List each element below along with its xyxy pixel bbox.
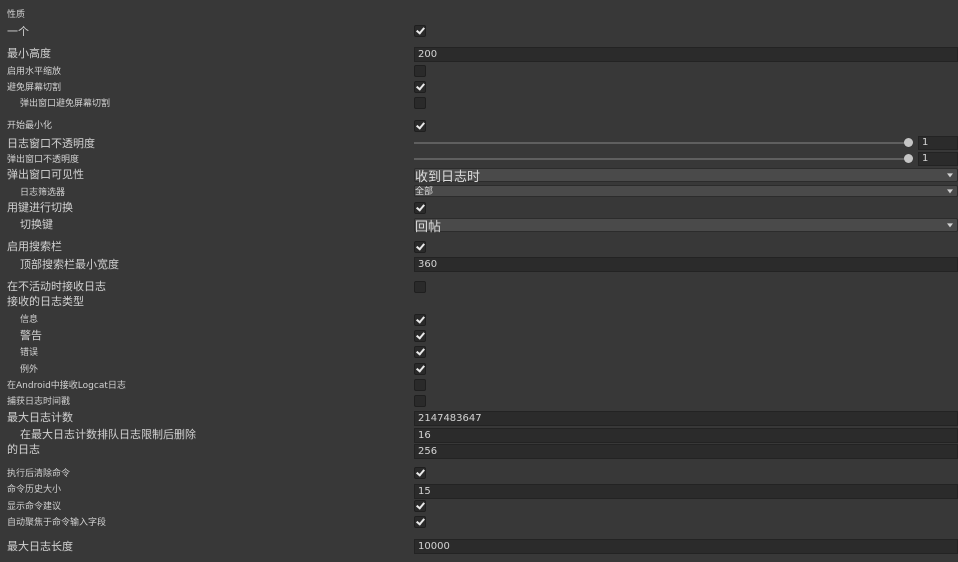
- info-checkbox[interactable]: [414, 314, 426, 326]
- log-filter-dropdown[interactable]: 全部: [414, 185, 958, 197]
- log-opacity-value[interactable]: 1: [918, 136, 958, 150]
- delete-logs-field[interactable]: 256: [414, 444, 958, 459]
- exception-label: 例外: [20, 365, 39, 375]
- delete-after-limit-field[interactable]: 16: [414, 428, 958, 443]
- warning-checkbox[interactable]: [414, 330, 426, 342]
- cmd-history-size-field[interactable]: 15: [414, 484, 958, 499]
- slider-track[interactable]: [414, 142, 908, 144]
- chevron-down-icon: [947, 223, 953, 228]
- received-types-label: 接收的日志类型: [7, 295, 84, 308]
- popup-opacity-slider[interactable]: 1: [0, 152, 958, 166]
- clear-after-exec-checkbox[interactable]: [414, 467, 426, 479]
- popup-opacity-value[interactable]: 1: [918, 152, 958, 166]
- enable-search-checkbox[interactable]: [414, 241, 426, 253]
- autofocus-cmd-checkbox[interactable]: [414, 516, 426, 528]
- show-cmd-suggest-label: 显示命令建议: [7, 502, 62, 512]
- log-opacity-slider[interactable]: 1: [0, 136, 958, 150]
- cmd-history-size-label: 命令历史大小: [7, 485, 62, 495]
- max-log-count-field[interactable]: 2147483647: [414, 411, 958, 426]
- chevron-down-icon: [947, 173, 953, 178]
- log-filter-value: 全部: [415, 187, 434, 197]
- enable-h-scale-checkbox[interactable]: [414, 65, 426, 77]
- toggle-with-key-checkbox[interactable]: [414, 202, 426, 214]
- capture-timestamps-label: 捕获日志时间戳: [7, 397, 71, 407]
- search-min-width-field[interactable]: 360: [414, 257, 958, 272]
- slider-track[interactable]: [414, 158, 908, 160]
- section-title: 性质: [7, 10, 26, 20]
- slider-knob[interactable]: [904, 138, 913, 147]
- toggle-key-value: 回帖: [415, 220, 442, 235]
- start-minimized-label: 开始最小化: [7, 121, 53, 131]
- search-min-width-label: 顶部搜索栏最小宽度: [20, 258, 119, 271]
- popup-visibility-dropdown[interactable]: 收到日志时: [414, 168, 958, 185]
- popup-visibility-value: 收到日志时: [415, 170, 481, 185]
- toggle-key-label: 切换键: [20, 218, 53, 231]
- info-label: 信息: [20, 315, 39, 325]
- popup-avoid-cutout-label: 弹出窗口避免屏幕切割: [20, 99, 111, 109]
- clear-after-exec-label: 执行后清除命令: [7, 469, 71, 479]
- error-checkbox[interactable]: [414, 346, 426, 358]
- one-checkbox[interactable]: [414, 25, 426, 37]
- min-height-label: 最小高度: [7, 47, 51, 60]
- max-log-count-label: 最大日志计数: [7, 411, 73, 424]
- receive-inactive-label: 在不活动时接收日志: [7, 280, 106, 293]
- receive-inactive-checkbox[interactable]: [414, 281, 426, 293]
- avoid-cutout-checkbox[interactable]: [414, 81, 426, 93]
- toggle-with-key-label: 用键进行切换: [7, 201, 73, 214]
- android-logcat-label: 在Android中接收Logcat日志: [7, 381, 126, 391]
- delete-logs-label: 的日志: [7, 443, 40, 456]
- avoid-cutout-label: 避免屏幕切割: [7, 83, 62, 93]
- error-label: 错误: [20, 348, 39, 358]
- start-minimized-checkbox[interactable]: [414, 120, 426, 132]
- enable-h-scale-label: 启用水平缩放: [7, 67, 62, 77]
- popup-avoid-cutout-checkbox[interactable]: [414, 97, 426, 109]
- max-log-length-label: 最大日志长度: [7, 540, 73, 553]
- delete-after-limit-label: 在最大日志计数排队日志限制后删除: [20, 428, 196, 441]
- chevron-down-icon: [947, 189, 953, 194]
- show-cmd-suggest-checkbox[interactable]: [414, 500, 426, 512]
- min-height-field[interactable]: 200: [414, 47, 958, 62]
- log-filter-label: 日志筛选器: [20, 188, 66, 198]
- one-label: 一个: [7, 25, 29, 38]
- enable-search-label: 启用搜索栏: [7, 240, 62, 253]
- max-log-length-field[interactable]: 10000: [414, 539, 958, 554]
- capture-timestamps-checkbox[interactable]: [414, 395, 426, 407]
- autofocus-cmd-label: 自动聚焦于命令输入字段: [7, 518, 107, 528]
- warning-label: 警告: [20, 329, 42, 342]
- toggle-key-dropdown[interactable]: 回帖: [414, 218, 958, 235]
- exception-checkbox[interactable]: [414, 363, 426, 375]
- popup-visibility-label: 弹出窗口可见性: [7, 168, 84, 181]
- android-logcat-checkbox[interactable]: [414, 379, 426, 391]
- slider-knob[interactable]: [904, 154, 913, 163]
